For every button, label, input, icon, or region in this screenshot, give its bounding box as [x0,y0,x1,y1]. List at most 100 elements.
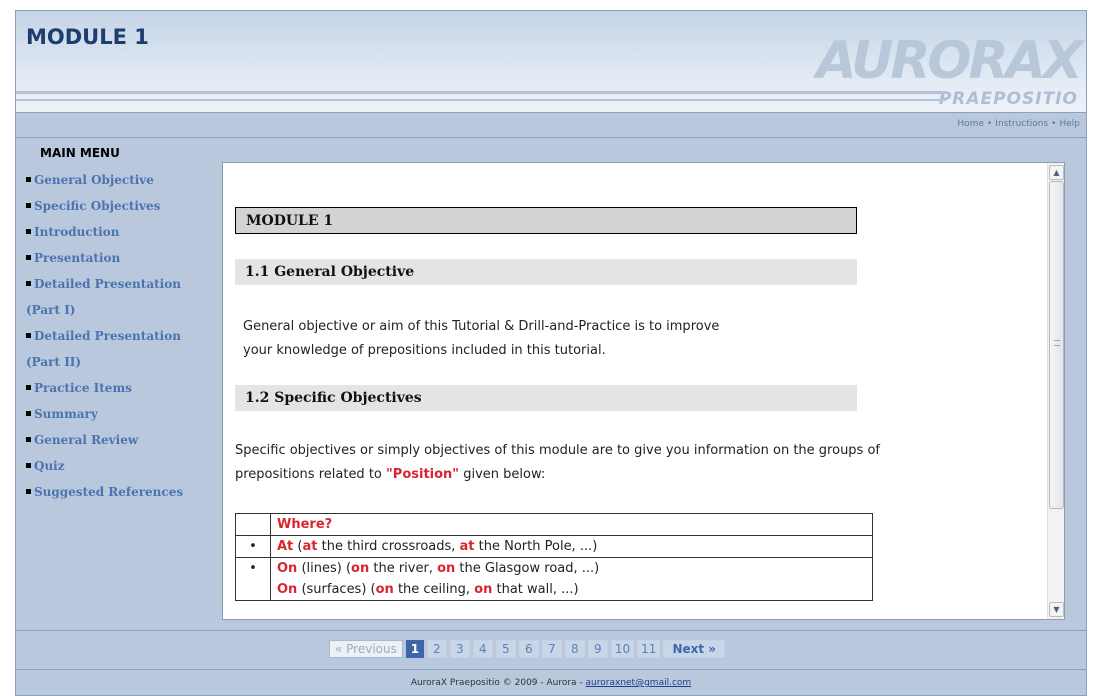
email-link[interactable]: auroraxnet@gmail.com [586,678,692,688]
header-stripe [16,99,946,101]
sidebar-item-practice-items[interactable]: Practice Items [26,375,216,401]
sidebar-menu: General Objective Specific Objectives In… [26,167,216,505]
bullet-cell: • [235,535,271,558]
content-frame: MODULE 1 1.1 General Objective General o… [222,162,1065,620]
pager: « Previous 1 2 3 4 5 6 7 8 9 10 11 Next … [329,640,728,658]
vertical-scrollbar[interactable]: ▲ ▼ [1047,163,1064,619]
header-banner: MODULE 1 AURORAX PRAEPOSITIO [15,10,1087,112]
sidebar-item-quiz[interactable]: Quiz [26,453,216,479]
table-line: On (lines) (on the river, on the Glasgow… [277,558,866,579]
text-line: Specific objectives or simply objectives… [235,443,880,458]
sidebar-item-label: Practice Items [34,381,132,395]
aurorax-logo: AURORAX [816,31,1083,91]
previous-page-button[interactable]: « Previous [329,640,403,658]
sidebar-item-label: (Part II) [26,355,82,369]
page-2-button[interactable]: 2 [426,640,447,658]
text-fragment: the Glasgow road, ...) [455,561,600,576]
bullet-icon [26,437,31,442]
sidebar-item-general-review[interactable]: General Review [26,427,216,453]
keyword: at [302,539,318,554]
grip-icon [1054,340,1060,346]
bullet-icon [26,385,31,390]
table-header-row: Where? [235,513,873,536]
module-heading: MODULE 1 [235,207,857,234]
text-fragment: ( [293,539,303,554]
keyword: on [375,582,394,597]
general-objective-text: General objective or aim of this Tutoria… [243,315,719,363]
scroll-up-icon[interactable]: ▲ [1049,165,1064,180]
page-11-button[interactable]: 11 [637,640,661,658]
bullet-icon [26,229,31,234]
text-line: prepositions related to "Position" given… [235,463,880,487]
bullet-icon [26,333,31,338]
text-fragment: the ceiling, [393,582,475,597]
table-line: On (surfaces) (on the ceiling, on that w… [277,579,866,600]
top-links: Home • Instructions • Help [957,119,1080,129]
sidebar-item-general-objective[interactable]: General Objective [26,167,216,193]
page-6-button[interactable]: 6 [518,640,539,658]
text-fragment: (lines) ( [297,561,352,576]
keyword: At [277,539,294,554]
scroll-down-icon[interactable]: ▼ [1049,602,1064,617]
sidebar-item-label: Presentation [34,251,121,265]
position-highlight: "Position" [386,467,460,482]
sidebar-item-suggested-references[interactable]: Suggested References [26,479,216,505]
text-line: General objective or aim of this Tutoria… [243,319,720,334]
sidebar-item-label: Specific Objectives [34,199,161,213]
footer-text: AuroraX Praepositio © 2009 - Aurora - [410,678,586,688]
page-5-button[interactable]: 5 [495,640,516,658]
bullet-icon [26,489,31,494]
page-7-button[interactable]: 7 [541,640,562,658]
footer: AuroraX Praepositio © 2009 - Aurora - au… [15,670,1087,696]
scrollbar-thumb[interactable] [1049,181,1064,509]
sidebar-item-detailed-presentation-1[interactable]: Detailed Presentation [26,271,216,297]
sidebar-item-label: Detailed Presentation [34,329,181,343]
table-cell: Where? [270,513,873,536]
text-fragment: the third crossroads, [317,539,460,554]
help-link[interactable]: Help [1059,119,1080,129]
page-3-button[interactable]: 3 [449,640,470,658]
text-fragment: the river, [369,561,438,576]
text-fragment: the North Pole, ...) [474,539,598,554]
bullet-cell: • [235,557,271,601]
table-row: • At (at the third crossroads, at the No… [235,535,873,558]
sidebar-item-detailed-presentation-2[interactable]: Detailed Presentation [26,323,216,349]
sidebar-item-detailed-presentation-2-cont[interactable]: (Part II) [26,349,216,375]
keyword: On [277,582,298,597]
header-stripe [16,91,946,94]
section-heading-specific-objectives: 1.2 Specific Objectives [235,385,857,412]
where-heading: Where? [277,517,333,532]
page-9-button[interactable]: 9 [587,640,608,658]
keyword: on [351,561,370,576]
sidebar-item-label: Quiz [34,459,65,473]
prepositions-table: Where? • At (at the third crossroads, at… [235,513,873,601]
sidebar-item-introduction[interactable]: Introduction [26,219,216,245]
page-title: MODULE 1 [26,25,149,49]
sidebar-item-summary[interactable]: Summary [26,401,216,427]
next-page-button[interactable]: Next » [663,640,726,658]
page-10-button[interactable]: 10 [610,640,635,658]
keyword: at [459,539,475,554]
home-link[interactable]: Home [957,119,984,129]
page-4-button[interactable]: 4 [472,640,493,658]
page-1-button[interactable]: 1 [405,640,424,658]
text-fragment: given below: [459,467,546,482]
sidebar-item-label: General Review [34,433,139,447]
page-8-button[interactable]: 8 [564,640,585,658]
table-row: • On (lines) (on the river, on the Glasg… [235,557,873,601]
main-area: MAIN MENU General Objective Specific Obj… [15,138,1087,630]
bullet-icon [26,177,31,182]
sidebar-item-presentation[interactable]: Presentation [26,245,216,271]
sidebar-item-label: Detailed Presentation [34,277,181,291]
table-cell [235,513,271,536]
sidebar-item-detailed-presentation-1-cont[interactable]: (Part I) [26,297,216,323]
link-separator: • [986,119,993,129]
pagination-bar: « Previous 1 2 3 4 5 6 7 8 9 10 11 Next … [15,630,1087,670]
bullet-icon [26,411,31,416]
praepositio-logo: PRAEPOSITIO [938,89,1078,109]
keyword: on [437,561,456,576]
instructions-link[interactable]: Instructions [995,119,1048,129]
sidebar-item-label: Suggested References [34,485,184,499]
table-cell: On (lines) (on the river, on the Glasgow… [270,557,873,601]
sidebar-item-specific-objectives[interactable]: Specific Objectives [26,193,216,219]
